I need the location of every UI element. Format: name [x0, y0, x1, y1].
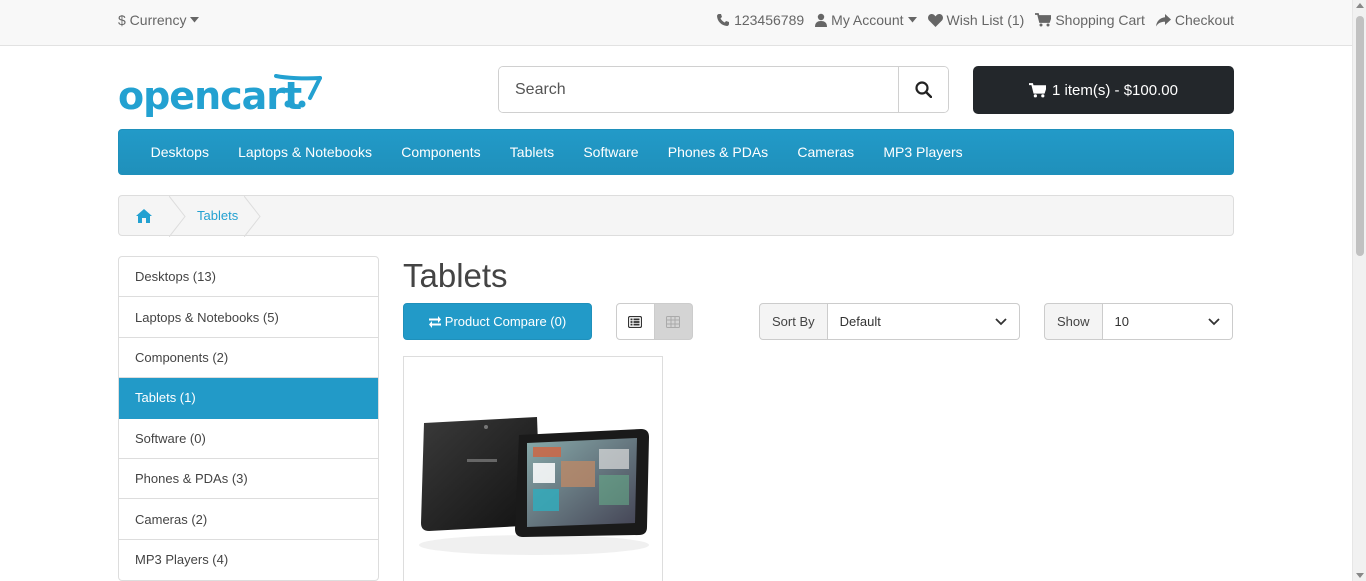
heart-icon: [927, 13, 943, 27]
phone-link[interactable]: 123456789: [716, 12, 804, 28]
my-account-dropdown[interactable]: My Account: [815, 12, 917, 28]
breadcrumb-separator: [244, 196, 264, 237]
sidebar-item-phones-pdas[interactable]: Phones & PDAs (3): [119, 459, 378, 500]
shopping-cart-icon: [1029, 82, 1047, 98]
sidebar-item-desktops[interactable]: Desktops (13): [119, 257, 378, 298]
wish-list-link[interactable]: Wish List (1): [927, 12, 1025, 28]
menu-item-software[interactable]: Software: [569, 144, 653, 160]
search-icon: [915, 81, 932, 98]
exchange-icon: [428, 315, 441, 328]
breadcrumb-separator: [169, 196, 189, 237]
cart-button[interactable]: 1 item(s) - $100.00: [973, 66, 1234, 114]
scroll-down-arrow[interactable]: [1356, 573, 1364, 578]
scroll-up-arrow[interactable]: [1356, 3, 1364, 8]
shopping-cart-link[interactable]: Shopping Cart: [1035, 12, 1145, 28]
view-toggle-group: [616, 303, 693, 340]
search-button[interactable]: [898, 67, 948, 112]
show-limit-control: Show 10: [1044, 303, 1233, 340]
scrollbar-thumb[interactable]: [1356, 16, 1364, 256]
menu-item-desktops[interactable]: Desktops: [136, 144, 224, 160]
sort-by-label: Sort By: [759, 303, 828, 340]
breadcrumb-home[interactable]: [119, 196, 169, 235]
sort-by-select[interactable]: Default: [827, 303, 1020, 340]
wish-list-label: Wish List (1): [946, 12, 1025, 28]
category-sidebar: Desktops (13) Laptops & Notebooks (5) Co…: [118, 256, 379, 581]
sidebar-item-software[interactable]: Software (0): [119, 419, 378, 459]
checkout-label: Checkout: [1174, 12, 1234, 28]
grid-icon: [666, 315, 681, 328]
my-account-label: My Account: [831, 12, 904, 28]
chevron-down-icon: [1208, 317, 1220, 326]
home-icon: [135, 208, 153, 224]
checkout-link[interactable]: Checkout: [1155, 12, 1234, 28]
sidebar-item-laptops-notebooks[interactable]: Laptops & Notebooks (5): [119, 297, 378, 338]
search-input[interactable]: [499, 67, 898, 112]
caret-down-icon: [907, 17, 917, 23]
page-title: Tablets: [403, 257, 508, 294]
sidebar-item-tablets[interactable]: Tablets (1): [119, 378, 378, 419]
top-links: 123456789 My Account Wish List (1) Shopp…: [716, 12, 1234, 28]
category-menu: Desktops Laptops & Notebooks Components …: [118, 129, 1234, 175]
currency-dropdown[interactable]: $ Currency: [118, 12, 200, 28]
share-icon: [1155, 13, 1171, 27]
top-bar: $ Currency 123456789 My Account Wish Lis…: [0, 0, 1352, 46]
menu-item-mp3-players[interactable]: MP3 Players: [869, 144, 978, 160]
breadcrumb-item-tablets[interactable]: Tablets: [189, 208, 244, 223]
menu-item-components[interactable]: Components: [387, 144, 496, 160]
sidebar-item-cameras[interactable]: Cameras (2): [119, 499, 378, 540]
phone-icon: [716, 13, 730, 27]
show-limit-select[interactable]: 10: [1102, 303, 1233, 340]
list-icon: [628, 315, 643, 328]
product-card[interactable]: [403, 356, 663, 581]
currency-label: $ Currency: [118, 12, 187, 28]
grid-view-button[interactable]: [654, 303, 693, 340]
product-image[interactable]: [409, 405, 659, 559]
list-view-button[interactable]: [616, 303, 655, 340]
sort-by-value: Default: [839, 314, 881, 329]
menu-item-tablets[interactable]: Tablets: [495, 144, 569, 160]
page-scrollbar[interactable]: [1352, 0, 1366, 581]
cart-swoosh-icon: [274, 74, 322, 108]
cart-total-label: 1 item(s) - $100.00: [1052, 81, 1178, 99]
shopping-cart-label: Shopping Cart: [1055, 12, 1145, 28]
product-compare-button[interactable]: Product Compare (0): [403, 303, 592, 340]
opencart-logo[interactable]: opencart: [118, 72, 322, 118]
menu-item-phones-pdas[interactable]: Phones & PDAs: [653, 144, 783, 160]
show-label: Show: [1044, 303, 1103, 340]
chevron-down-icon: [995, 317, 1007, 326]
sidebar-item-mp3-players[interactable]: MP3 Players (4): [119, 540, 378, 580]
caret-down-icon: [190, 17, 200, 23]
sidebar-item-components[interactable]: Components (2): [119, 338, 378, 379]
show-limit-value: 10: [1114, 314, 1129, 329]
breadcrumb: Tablets: [118, 195, 1234, 237]
shopping-cart-icon: [1035, 13, 1052, 27]
product-compare-label: Product Compare (0): [444, 314, 567, 329]
phone-number: 123456789: [734, 12, 805, 28]
user-icon: [815, 13, 828, 27]
search-bar: [498, 66, 949, 113]
sort-by-control: Sort By Default: [759, 303, 1020, 340]
menu-item-laptops-notebooks[interactable]: Laptops & Notebooks: [224, 144, 387, 160]
menu-item-cameras[interactable]: Cameras: [783, 144, 869, 160]
